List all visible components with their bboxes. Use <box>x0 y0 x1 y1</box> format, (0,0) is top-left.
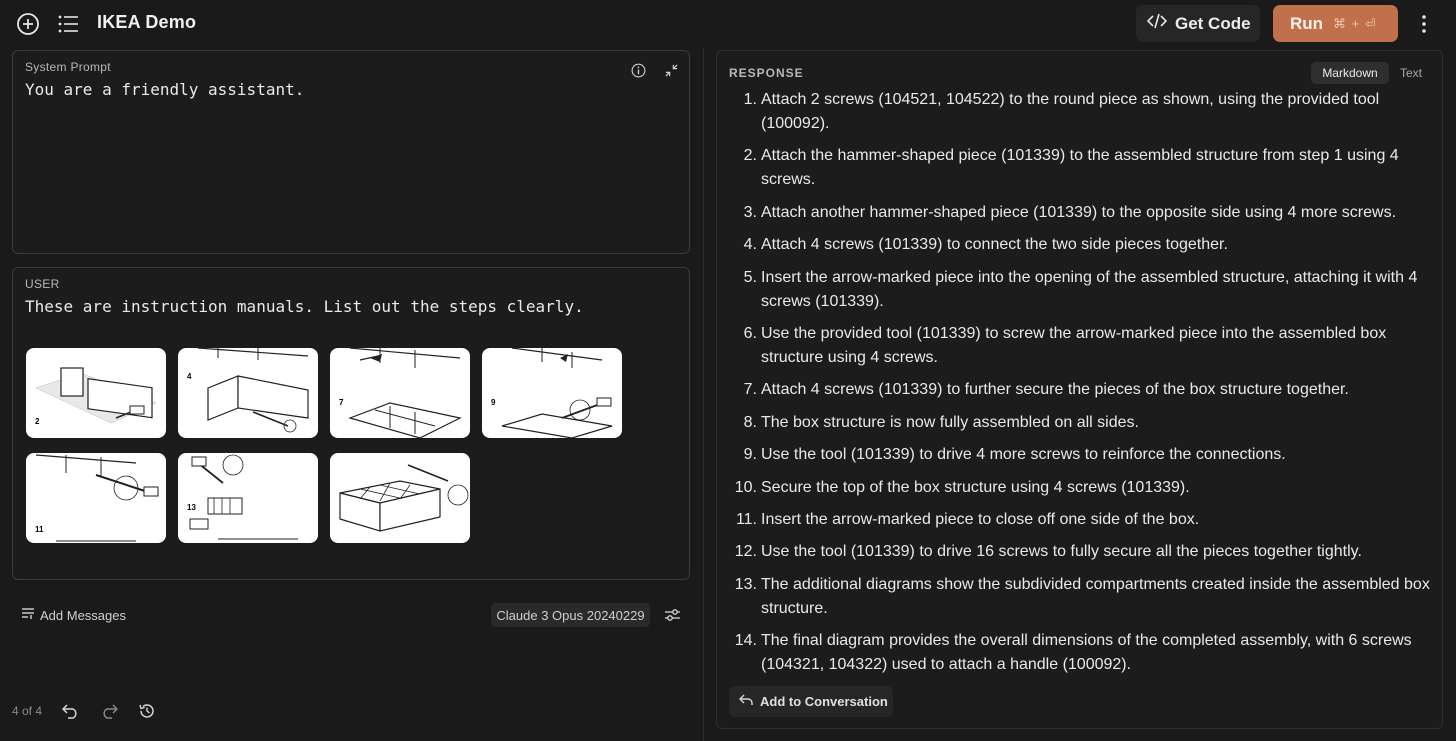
list-item: 9. Use the tool (101339) to drive 4 more … <box>743 446 1286 464</box>
thumbnail-step-number: 4 <box>187 372 192 381</box>
collapse-icon[interactable] <box>662 61 680 79</box>
attachment-thumbnail[interactable]: 9 <box>482 348 622 438</box>
run-button[interactable]: Run ⌘ + ⏎ <box>1273 5 1398 42</box>
list-item: 8. The box structure is now fully assembl… <box>743 413 1139 431</box>
undo-icon[interactable] <box>60 700 82 722</box>
top-bar: IKEA Demo Get Code Run ⌘ + ⏎ <box>0 0 1456 48</box>
list-item: 2. Attach the hammer-shaped piece (101339… <box>743 147 1399 189</box>
attachment-thumbnail[interactable]: 11 <box>26 453 166 543</box>
add-to-conversation-button[interactable]: Add to Conversation <box>729 686 893 717</box>
settings-sliders-icon[interactable] <box>662 605 682 625</box>
thumbnail-step-number: 13 <box>187 503 196 512</box>
list-item: 5. Insert the arrow-marked piece into the… <box>743 268 1418 310</box>
more-vertical-icon[interactable] <box>1414 12 1434 36</box>
list-item: 12. Use the tool (101339) to drive 16 scr… <box>734 543 1362 561</box>
attachment-thumbnail[interactable] <box>330 453 470 543</box>
thumbnail-step-number: 2 <box>35 417 40 426</box>
user-role-label: USER <box>25 277 60 291</box>
response-steps-list: 1. Attach 2 screws (104521, 104522) to th… <box>729 88 1434 685</box>
format-text-toggle[interactable]: Text <box>1391 62 1431 84</box>
list-item: 7. Attach 4 screws (101339) to further se… <box>743 381 1349 399</box>
user-message-input[interactable]: These are instruction manuals. List out … <box>25 297 584 316</box>
add-messages-label: Add Messages <box>40 607 126 623</box>
add-messages-button[interactable]: Add Messages <box>21 605 131 625</box>
response-label: RESPONSE <box>729 66 804 80</box>
thumbnail-step-number: 9 <box>491 398 496 407</box>
attachment-thumbnail[interactable]: 13 <box>178 453 318 543</box>
list-item: 3. Attach another hammer-shaped piece (10… <box>743 203 1397 221</box>
run-label: Run <box>1290 13 1324 33</box>
list-item: 1. Attach 2 screws (104521, 104522) to th… <box>743 91 1380 132</box>
info-icon[interactable] <box>629 61 647 79</box>
list-item: 11. Insert the arrow-marked piece to clos… <box>735 510 1200 528</box>
thumbnail-step-number: 7 <box>339 398 344 407</box>
attachment-thumbnail[interactable]: 4 <box>178 348 318 438</box>
attachment-thumbnail[interactable]: 7 <box>330 348 470 438</box>
model-selector[interactable]: Claude 3 Opus 20240229 <box>491 603 650 627</box>
new-plus-circle-icon[interactable] <box>14 10 42 38</box>
list-item: 14. The final diagram provides the overal… <box>734 632 1412 674</box>
get-code-button[interactable]: Get Code <box>1136 5 1260 42</box>
add-to-conversation-label: Add to Conversation <box>760 694 888 709</box>
app-title: IKEA Demo <box>97 12 197 32</box>
page-indicator: 4 of 4 <box>12 704 43 718</box>
list-item: 6. Use the provided tool (101339) to scre… <box>743 324 1387 366</box>
redo-icon[interactable] <box>98 700 120 722</box>
format-markdown-toggle[interactable]: Markdown <box>1311 62 1389 84</box>
attachment-thumbnail[interactable]: 2 <box>26 348 166 438</box>
pane-divider[interactable] <box>703 48 704 741</box>
add-messages-icon <box>21 606 35 624</box>
system-prompt-label: System Prompt <box>25 60 111 74</box>
list-item: 10. Secure the top of the box structure u… <box>734 478 1190 496</box>
get-code-label: Get Code <box>1175 13 1251 33</box>
thumbnail-step-number: 11 <box>35 525 44 534</box>
code-icon <box>1146 13 1168 34</box>
system-prompt-input[interactable]: You are a friendly assistant. <box>25 80 304 99</box>
list-menu-icon[interactable] <box>56 10 82 38</box>
run-shortcut: ⌘ + ⏎ <box>1333 15 1377 31</box>
reply-icon <box>739 694 753 709</box>
list-item: 13. The additional diagrams show the subd… <box>734 575 1430 617</box>
history-icon[interactable] <box>136 700 158 722</box>
list-item: 4. Attach 4 screws (101339) to connect th… <box>743 236 1228 254</box>
